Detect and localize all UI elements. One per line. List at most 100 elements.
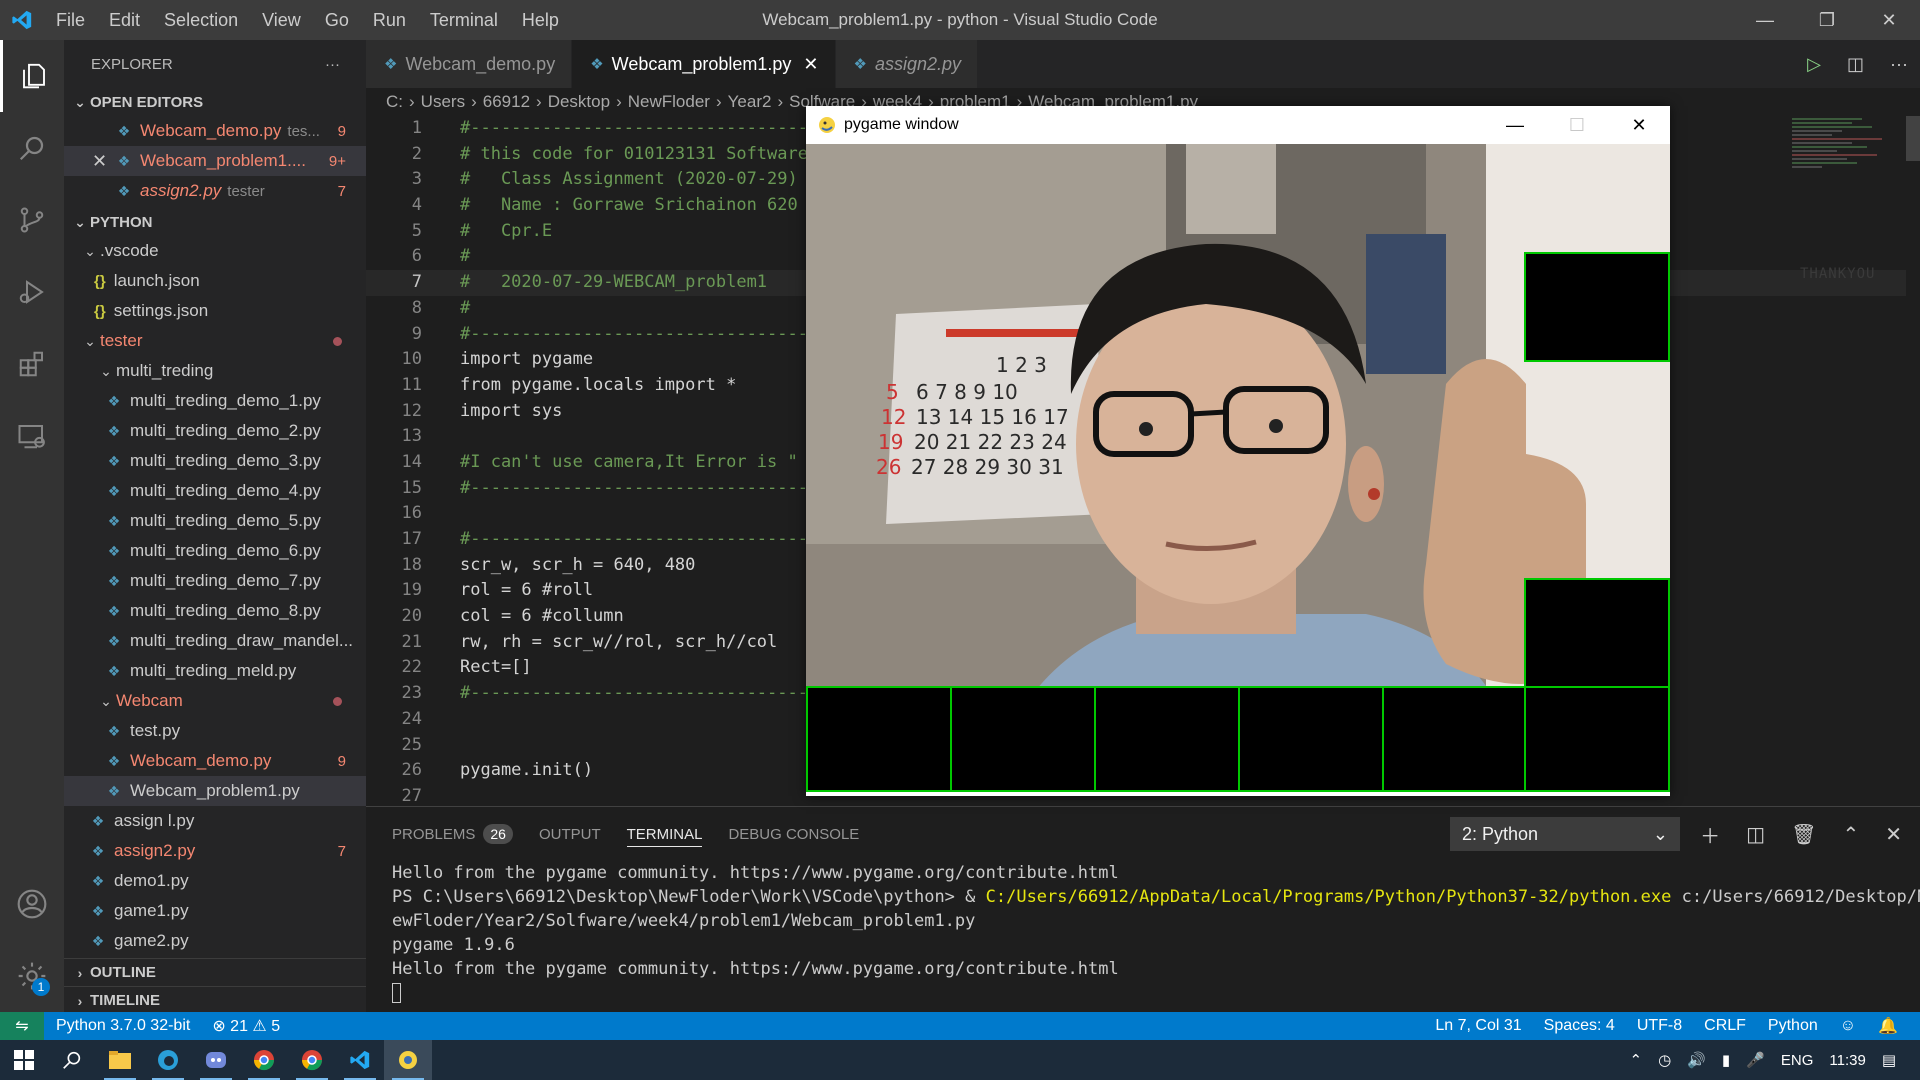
breadcrumb-item[interactable]: Users xyxy=(421,92,465,112)
tab-debug-console[interactable]: DEBUG CONSOLE xyxy=(728,807,859,861)
more-actions-icon[interactable]: ··· xyxy=(1890,54,1908,75)
show-hidden-icons-icon[interactable]: ⌃ xyxy=(1630,1051,1643,1069)
file-item[interactable]: ❖ Webcam_demo.py 9 xyxy=(64,746,366,776)
menu-help[interactable]: Help xyxy=(510,10,571,31)
terminal-select-dropdown[interactable]: 2: Python ⌄ xyxy=(1450,817,1680,851)
breadcrumb-item[interactable]: 66912 xyxy=(483,92,530,112)
settings-gear-icon[interactable]: 1 xyxy=(0,940,64,1012)
notifications-bell-icon[interactable]: 🔔 xyxy=(1878,1016,1898,1036)
clock[interactable]: 11:39 xyxy=(1829,1052,1865,1069)
remote-explorer-icon[interactable] xyxy=(0,400,64,472)
open-editor-item-active[interactable]: ✕ ❖ Webcam_problem1.... 9+ xyxy=(64,146,366,176)
file-settings-json[interactable]: {} settings.json xyxy=(64,296,366,326)
file-item[interactable]: ❖ assign2.py 7 xyxy=(64,836,366,866)
source-control-icon[interactable] xyxy=(0,184,64,256)
timeline-section[interactable]: › TIMELINE xyxy=(64,986,366,1014)
pygame-close-button[interactable]: ✕ xyxy=(1608,106,1670,144)
folder-tester[interactable]: ⌄ tester xyxy=(64,326,366,356)
indentation[interactable]: Spaces: 4 xyxy=(1544,1017,1615,1035)
breadcrumb-item[interactable]: NewFloder xyxy=(628,92,710,112)
breadcrumb-item[interactable]: Year2 xyxy=(728,92,772,112)
more-actions-icon[interactable]: ··· xyxy=(325,56,340,73)
search-icon[interactable] xyxy=(0,112,64,184)
feedback-icon[interactable]: ☺ xyxy=(1840,1017,1856,1035)
explorer-icon[interactable] xyxy=(0,40,64,112)
breadcrumb-item[interactable]: C: xyxy=(386,92,403,112)
file-item[interactable]: ❖ game2.py xyxy=(64,926,366,956)
edge-browser-icon[interactable] xyxy=(144,1040,192,1080)
tab-webcam-demo[interactable]: ❖ Webcam_demo.py xyxy=(366,40,573,88)
close-editor-icon[interactable]: ✕ xyxy=(92,151,114,172)
new-terminal-icon[interactable]: ＋ xyxy=(1700,820,1720,849)
file-item[interactable]: ❖ multi_treding_meld.py xyxy=(64,656,366,686)
file-item[interactable]: ❖ multi_treding_demo_1.py xyxy=(64,386,366,416)
minimap[interactable]: THANKYOU xyxy=(1792,116,1906,282)
split-terminal-icon[interactable]: ◫ xyxy=(1746,822,1765,847)
chrome-icon[interactable] xyxy=(288,1040,336,1080)
pygame-window[interactable]: pygame window — ☐ ✕ 1 2 3 5 6 7 8 9 10 12… xyxy=(806,106,1670,796)
run-file-icon[interactable]: ▷ xyxy=(1807,54,1821,75)
file-item-selected[interactable]: ❖ Webcam_problem1.py xyxy=(64,776,366,806)
open-editor-item[interactable]: ❖ assign2.py tester 7 xyxy=(64,176,366,206)
tab-webcam-problem1[interactable]: ❖ Webcam_problem1.py ✕ xyxy=(572,40,836,88)
menu-terminal[interactable]: Terminal xyxy=(418,10,510,31)
folder-webcam[interactable]: ⌄ Webcam xyxy=(64,686,366,716)
editor-scrollbar[interactable] xyxy=(1906,116,1920,806)
file-item[interactable]: ❖ multi_treding_demo_4.py xyxy=(64,476,366,506)
open-editor-item[interactable]: ❖ Webcam_demo.py tes... 9 xyxy=(64,116,366,146)
menu-go[interactable]: Go xyxy=(313,10,361,31)
folder-vscode[interactable]: ⌄ .vscode xyxy=(64,236,366,266)
menu-edit[interactable]: Edit xyxy=(97,10,152,31)
tab-problems[interactable]: PROBLEMS 26 xyxy=(392,807,513,861)
tab-output[interactable]: OUTPUT xyxy=(539,807,601,861)
tab-assign2[interactable]: ❖ assign2.py xyxy=(835,40,979,88)
chrome-icon[interactable] xyxy=(240,1040,288,1080)
line-ending[interactable]: CRLF xyxy=(1704,1017,1746,1035)
cursor-position[interactable]: Ln 7, Col 31 xyxy=(1435,1017,1521,1035)
folder-multi-treding[interactable]: ⌄ multi_treding xyxy=(64,356,366,386)
file-item[interactable]: ❖ test.py xyxy=(64,716,366,746)
close-panel-icon[interactable]: ✕ xyxy=(1885,822,1902,847)
language-mode[interactable]: Python xyxy=(1768,1017,1818,1035)
minimize-button[interactable]: — xyxy=(1734,0,1796,40)
pygame-minimize-button[interactable]: — xyxy=(1484,106,1546,144)
outline-section[interactable]: › OUTLINE xyxy=(64,958,366,986)
trash-icon[interactable]: 🗑 xyxy=(1791,822,1816,847)
file-item[interactable]: ❖ game1.py xyxy=(64,896,366,926)
microphone-icon[interactable]: 🎤 xyxy=(1746,1051,1765,1069)
menu-run[interactable]: Run xyxy=(361,10,418,31)
close-window-button[interactable]: ✕ xyxy=(1858,0,1920,40)
file-item[interactable]: ❖ assign l.py xyxy=(64,806,366,836)
restore-button[interactable]: ❐ xyxy=(1796,0,1858,40)
python-folder-section[interactable]: ⌄ PYTHON xyxy=(64,208,366,236)
extensions-icon[interactable] xyxy=(0,328,64,400)
remote-icon[interactable]: ⇋ xyxy=(0,1012,44,1040)
file-item[interactable]: ❖ multi_treding_demo_3.py xyxy=(64,446,366,476)
battery-icon[interactable]: ▮ xyxy=(1722,1051,1730,1069)
menu-view[interactable]: View xyxy=(250,10,313,31)
menu-file[interactable]: File xyxy=(44,10,97,31)
menu-selection[interactable]: Selection xyxy=(152,10,250,31)
file-explorer-icon[interactable] xyxy=(96,1040,144,1080)
file-item[interactable]: ❖ demo1.py xyxy=(64,866,366,896)
maximize-panel-icon[interactable]: ⌃ xyxy=(1842,822,1859,847)
open-editors-section[interactable]: ⌄ OPEN EDITORS xyxy=(64,88,366,116)
taskbar-search-icon[interactable] xyxy=(48,1040,96,1080)
volume-icon[interactable]: 🔊 xyxy=(1687,1051,1706,1069)
close-tab-icon[interactable]: ✕ xyxy=(803,54,818,75)
file-item[interactable]: ❖ multi_treding_demo_7.py xyxy=(64,566,366,596)
action-center-icon[interactable]: ▤ xyxy=(1882,1051,1896,1069)
file-item[interactable]: ❖ multi_treding_demo_8.py xyxy=(64,596,366,626)
discord-icon[interactable] xyxy=(192,1040,240,1080)
file-item[interactable]: ❖ multi_treding_demo_2.py xyxy=(64,416,366,446)
network-icon[interactable]: ◷ xyxy=(1658,1051,1671,1069)
pygame-taskbar-icon[interactable] xyxy=(384,1040,432,1080)
encoding[interactable]: UTF-8 xyxy=(1637,1017,1682,1035)
run-debug-icon[interactable] xyxy=(0,256,64,328)
file-launch-json[interactable]: {} launch.json xyxy=(64,266,366,296)
split-editor-icon[interactable]: ◫ xyxy=(1847,54,1864,75)
pygame-maximize-button[interactable]: ☐ xyxy=(1546,106,1608,144)
file-item[interactable]: ❖ multi_treding_demo_6.py xyxy=(64,536,366,566)
vscode-taskbar-icon[interactable] xyxy=(336,1040,384,1080)
file-item[interactable]: ❖ multi_treding_draw_mandel... xyxy=(64,626,366,656)
